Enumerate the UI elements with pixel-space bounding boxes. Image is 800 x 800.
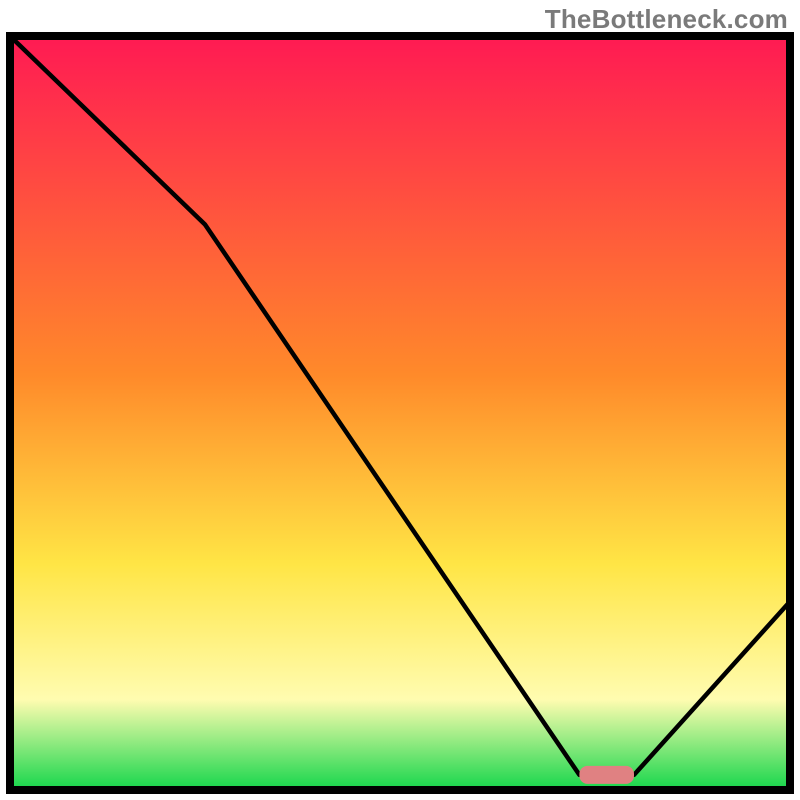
chart-container: TheBottleneck.com (0, 0, 800, 800)
chart-svg (6, 32, 794, 794)
optimal-marker (579, 766, 634, 784)
plot-area (6, 32, 794, 794)
watermark-text: TheBottleneck.com (545, 4, 788, 35)
